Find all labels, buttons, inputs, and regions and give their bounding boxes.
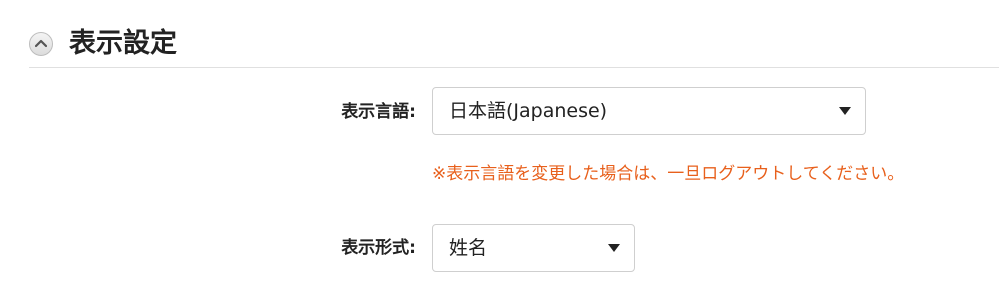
format-select[interactable]: 姓名 bbox=[432, 224, 635, 272]
language-change-note: ※表示言語を変更した場合は、一旦ログアウトしてください。 bbox=[432, 164, 905, 184]
language-label: 表示言語: bbox=[341, 102, 416, 122]
collapse-section-button[interactable] bbox=[29, 32, 53, 56]
section-header: 表示設定 bbox=[29, 24, 999, 68]
format-select-value: 姓名 bbox=[449, 237, 488, 259]
caret-down-icon bbox=[608, 244, 620, 252]
format-label: 表示形式: bbox=[341, 238, 416, 258]
display-settings-page: 表示設定 表示言語: 日本語(Japanese) ※表示言語を変更した場合は、一… bbox=[0, 0, 999, 298]
language-select-value: 日本語(Japanese) bbox=[449, 100, 608, 122]
language-select[interactable]: 日本語(Japanese) bbox=[432, 87, 866, 135]
chevron-up-icon bbox=[35, 39, 47, 48]
section-title: 表示設定 bbox=[69, 28, 177, 59]
caret-down-icon bbox=[839, 107, 851, 115]
